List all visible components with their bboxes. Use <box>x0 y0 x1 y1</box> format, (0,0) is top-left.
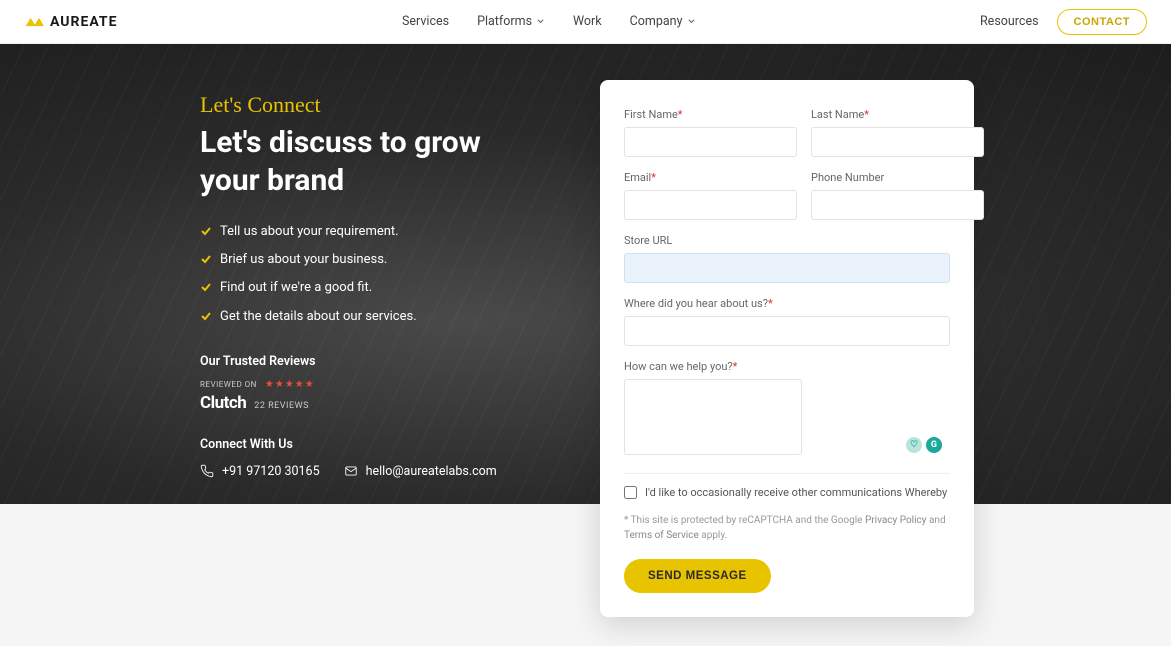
nav-platforms[interactable]: Platforms <box>477 14 545 29</box>
email-input[interactable] <box>624 190 797 220</box>
first-name-group: First Name* <box>624 108 797 157</box>
legal-and: and <box>927 515 946 526</box>
consent-label: I'd like to occasionally receive other c… <box>645 486 947 499</box>
phone-group: Phone Number <box>811 171 984 220</box>
email-group: Email* <box>624 171 797 220</box>
check-icon <box>200 225 212 237</box>
chevron-down-icon <box>687 17 696 26</box>
list-item-text: Get the details about our services. <box>220 308 417 326</box>
contact-button[interactable]: CONTACT <box>1057 9 1147 35</box>
grammar-bulb-icon[interactable]: ♡ <box>906 437 922 453</box>
brand-logo[interactable]: AUREATE <box>24 14 117 30</box>
terms-link[interactable]: Terms of Service <box>624 530 699 541</box>
check-icon <box>200 281 212 293</box>
check-icon <box>200 310 212 322</box>
legal-text: * This site is protected by reCAPTCHA an… <box>624 513 950 543</box>
hero-section: Let's Connect Let's discuss to grow your… <box>0 44 1171 504</box>
list-item-text: Tell us about your requirement. <box>220 223 399 241</box>
nav-platforms-label: Platforms <box>477 14 532 29</box>
reviewed-on-label: REVIEWED ON <box>200 380 257 389</box>
nav-company[interactable]: Company <box>630 14 696 29</box>
grammarly-icon[interactable]: G <box>926 437 942 453</box>
privacy-policy-link[interactable]: Privacy Policy <box>865 515 927 526</box>
consent-row: I'd like to occasionally receive other c… <box>624 486 950 499</box>
main-nav: Services Platforms Work Company <box>402 14 696 29</box>
chevron-down-icon <box>536 17 545 26</box>
first-name-input[interactable] <box>624 127 797 157</box>
last-name-group: Last Name* <box>811 108 984 157</box>
nav-resources[interactable]: Resources <box>980 14 1039 29</box>
hero-content: Let's Connect Let's discuss to grow your… <box>0 44 1171 479</box>
help-textarea[interactable] <box>624 379 802 455</box>
store-url-group: Store URL <box>624 234 950 283</box>
hear-about-label: Where did you hear about us?* <box>624 297 950 310</box>
first-name-label: First Name* <box>624 108 797 121</box>
hear-about-input[interactable] <box>624 316 950 346</box>
email-label: Email* <box>624 171 797 184</box>
grammar-badges: ♡ G <box>906 437 942 453</box>
top-header: AUREATE Services Platforms Work Company … <box>0 0 1171 44</box>
logo-icon <box>24 16 44 28</box>
phone-number: +91 97120 30165 <box>222 464 320 479</box>
legal-prefix: * This site is protected by reCAPTCHA an… <box>624 515 865 526</box>
check-icon <box>200 253 212 265</box>
nav-services[interactable]: Services <box>402 14 449 29</box>
email-address: hello@aureatelabs.com <box>366 464 497 479</box>
hero-headline: Let's discuss to grow your brand <box>200 124 520 199</box>
store-url-input[interactable] <box>624 253 950 283</box>
store-url-label: Store URL <box>624 234 950 247</box>
nav-company-label: Company <box>630 14 683 29</box>
last-name-input[interactable] <box>811 127 984 157</box>
list-item-text: Find out if we're a good fit. <box>220 279 372 297</box>
email-contact[interactable]: hello@aureatelabs.com <box>344 464 497 479</box>
phone-icon <box>200 464 214 478</box>
brand-name: AUREATE <box>50 14 117 30</box>
clutch-brand: Clutch <box>200 393 246 413</box>
consent-checkbox[interactable] <box>624 486 637 499</box>
help-group: How can we help you?* ♡ G <box>624 360 950 459</box>
phone-input[interactable] <box>811 190 984 220</box>
legal-suffix: apply. <box>699 530 727 541</box>
send-message-button[interactable]: SEND MESSAGE <box>624 559 771 593</box>
phone-label: Phone Number <box>811 171 984 184</box>
phone-contact[interactable]: +91 97120 30165 <box>200 464 320 479</box>
review-count: 22 REVIEWS <box>254 401 309 411</box>
email-icon <box>344 464 358 478</box>
help-label: How can we help you?* <box>624 360 950 373</box>
star-rating-icon: ★★★★★ <box>265 379 315 390</box>
nav-work[interactable]: Work <box>573 14 602 29</box>
form-divider <box>624 473 950 474</box>
contact-form: First Name* Last Name* Email* Phone Numb… <box>600 80 974 617</box>
last-name-label: Last Name* <box>811 108 984 121</box>
hear-about-group: Where did you hear about us?* <box>624 297 950 346</box>
list-item-text: Brief us about your business. <box>220 251 387 269</box>
header-right: Resources CONTACT <box>980 9 1147 35</box>
